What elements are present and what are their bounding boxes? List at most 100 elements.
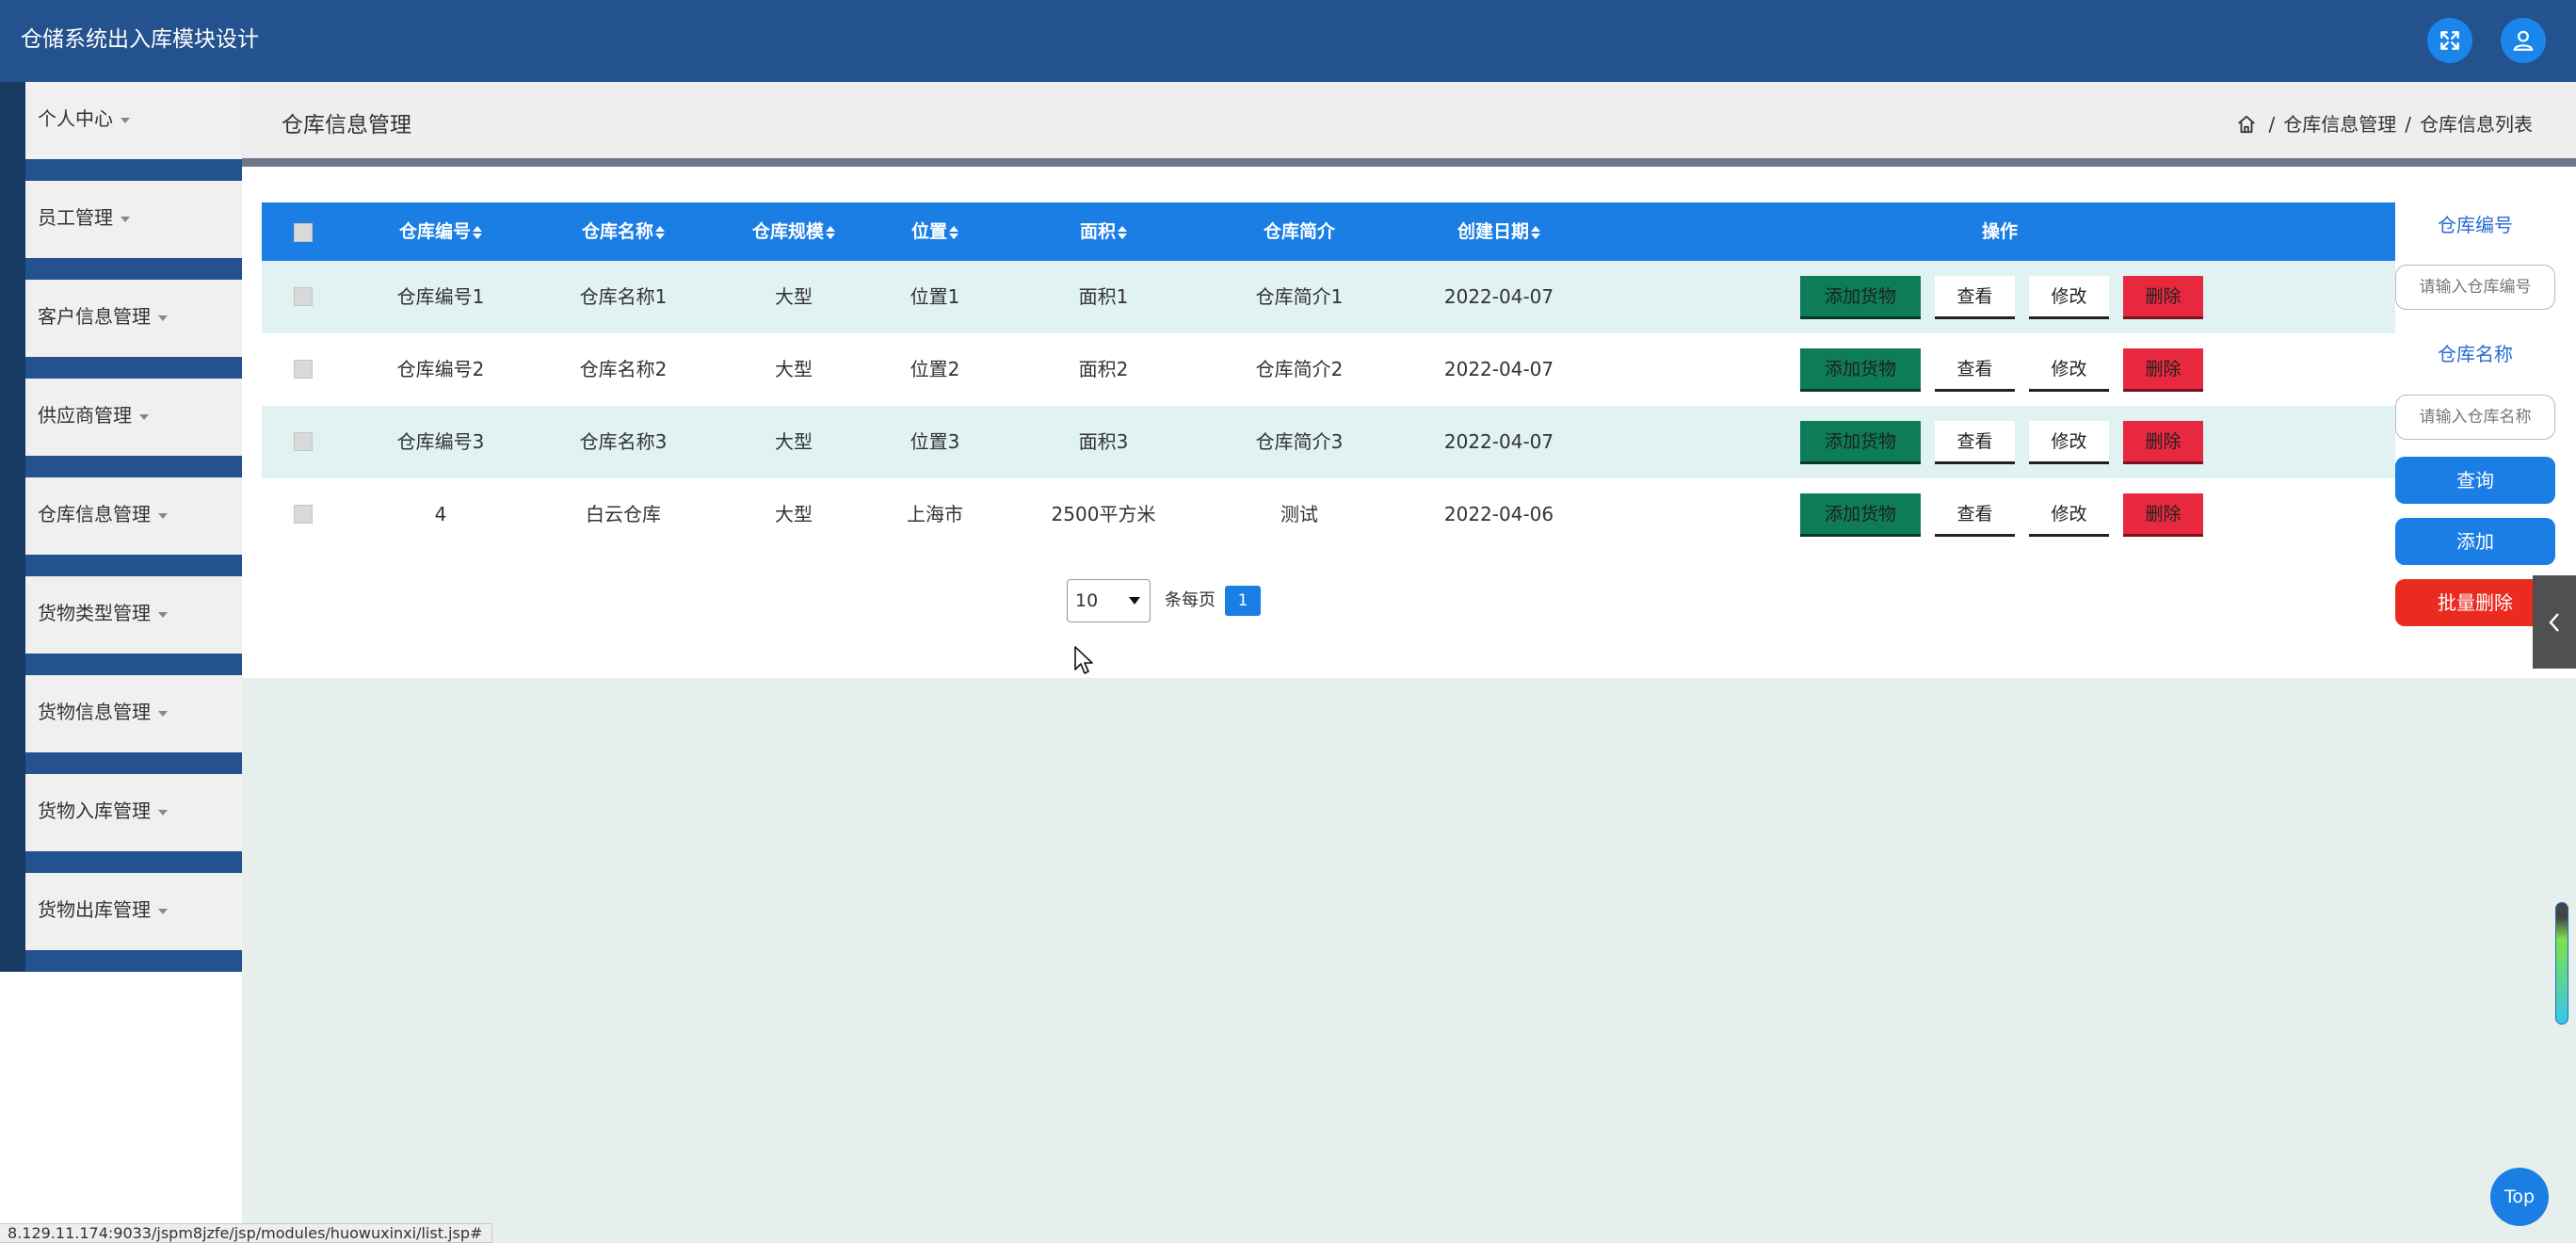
column-header-scale[interactable]: 仓库规模 (751, 202, 836, 261)
sidebar-item-goods-info[interactable]: 货物信息管理 (0, 675, 242, 774)
warehouse-table: 仓库编号 仓库名称 仓库规模 位置 面积 仓库简介 创建日期 操作 仓库编号1 … (262, 202, 2395, 551)
delete-button[interactable]: 删除 (2123, 348, 2203, 392)
sidebar-item-text: 员工管理 (38, 206, 113, 229)
sidebar-item-band (0, 357, 242, 379)
sidebar-item-text: 仓库信息管理 (38, 503, 151, 525)
sidebar-item-suppliers[interactable]: 供应商管理 (0, 379, 242, 477)
search-code-input[interactable] (2395, 265, 2555, 310)
view-button[interactable]: 查看 (1935, 348, 2015, 392)
sort-icon (655, 225, 666, 240)
sidebar-item-band (0, 752, 242, 774)
row-checkbox[interactable] (294, 505, 313, 524)
fullscreen-button[interactable] (2427, 18, 2472, 63)
breadcrumb-item-warehouse-management[interactable]: 仓库信息管理 (2283, 111, 2396, 137)
column-header-text: 仓库规模 (751, 221, 825, 242)
sidebar-item-band (0, 258, 242, 280)
page-size-select[interactable]: 10 (1067, 579, 1151, 622)
add-goods-button[interactable]: 添加货物 (1800, 421, 1921, 464)
sidebar-item-goods-outbound[interactable]: 货物出库管理 (0, 873, 242, 972)
cell-code: 仓库编号1 (396, 285, 485, 308)
delete-button[interactable]: 删除 (2123, 276, 2203, 319)
sort-icon (826, 225, 836, 240)
caret-down-icon (158, 315, 168, 321)
sidebar-item-text: 货物出库管理 (38, 898, 151, 921)
cell-code: 仓库编号3 (396, 430, 485, 453)
sidebar-item-label: 供应商管理 (38, 402, 149, 428)
delete-button[interactable]: 删除 (2123, 493, 2203, 537)
sidebar-item-text: 货物入库管理 (38, 799, 151, 822)
back-to-top-button[interactable]: Top (2490, 1168, 2549, 1226)
home-icon[interactable] (2236, 114, 2257, 135)
column-header-name[interactable]: 仓库名称 (582, 202, 666, 261)
sidebar-item-employees[interactable]: 员工管理 (0, 181, 242, 280)
view-button[interactable]: 查看 (1935, 421, 2015, 464)
column-header-text: 仓库简介 (1263, 221, 1336, 242)
edit-button[interactable]: 修改 (2029, 276, 2109, 319)
add-goods-button[interactable]: 添加货物 (1800, 348, 1921, 392)
row-checkbox[interactable] (294, 432, 313, 451)
scroll-indicator[interactable] (2555, 902, 2568, 1025)
sidebar-item-goods-types[interactable]: 货物类型管理 (0, 576, 242, 675)
query-button[interactable]: 查询 (2395, 457, 2555, 504)
cell-intro: 仓库简介2 (1255, 358, 1344, 380)
batch-delete-button[interactable]: 批量删除 (2395, 579, 2555, 626)
column-header-location[interactable]: 位置 (911, 202, 959, 261)
column-header-text: 创建日期 (1457, 221, 1530, 242)
add-goods-button[interactable]: 添加货物 (1800, 493, 1921, 537)
delete-button[interactable]: 删除 (2123, 421, 2203, 464)
sidebar-item-warehouses[interactable]: 仓库信息管理 (0, 477, 242, 576)
header-divider (242, 158, 2576, 167)
sidebar-item-label: 个人中心 (38, 105, 130, 132)
sidebar-item-band (0, 851, 242, 873)
chevron-left-icon (2549, 612, 2559, 632)
cell-code: 4 (434, 503, 447, 525)
sidebar-item-label: 货物入库管理 (38, 798, 168, 824)
column-header-text: 操作 (1981, 221, 2019, 242)
search-name-input[interactable] (2395, 395, 2555, 440)
cell-date: 2022-04-07 (1443, 430, 1554, 453)
cell-area: 面积3 (1078, 430, 1129, 453)
row-checkbox[interactable] (294, 287, 313, 306)
sidebar-item-band (0, 950, 242, 972)
breadcrumb-separator: / (2405, 113, 2411, 136)
sidebar-item-personal-center[interactable]: 个人中心 (0, 82, 242, 181)
expand-icon (2440, 31, 2459, 50)
sidebar-item-goods-inbound[interactable]: 货物入库管理 (0, 774, 242, 873)
user-button[interactable] (2501, 18, 2546, 63)
edit-button[interactable]: 修改 (2029, 493, 2109, 537)
user-icon (2513, 30, 2534, 51)
column-header-code[interactable]: 仓库编号 (399, 202, 483, 261)
sidebar-item-band (0, 159, 242, 181)
mouse-cursor-icon (1074, 646, 1093, 674)
cell-area: 2500平方米 (1051, 503, 1156, 525)
select-all-checkbox[interactable] (294, 223, 313, 242)
column-header-actions: 操作 (1982, 202, 2018, 261)
sort-icon (1531, 225, 1541, 240)
add-goods-button[interactable]: 添加货物 (1800, 276, 1921, 319)
edit-button[interactable]: 修改 (2029, 348, 2109, 392)
cell-name: 仓库名称2 (579, 358, 668, 380)
cell-area: 面积2 (1078, 358, 1129, 380)
cell-intro: 仓库简介3 (1255, 430, 1344, 453)
collapse-panel-tab[interactable] (2533, 575, 2576, 669)
cell-date: 2022-04-07 (1443, 285, 1554, 308)
sidebar-item-label: 客户信息管理 (38, 303, 168, 330)
sidebar: 个人中心 员工管理 客户信息管理 供应商管理 仓库信息管理 货物类型管理 货物信… (0, 82, 242, 1243)
column-header-date[interactable]: 创建日期 (1457, 202, 1541, 261)
sidebar-item-label: 货物出库管理 (38, 896, 168, 923)
caret-down-icon (121, 216, 130, 222)
cell-location: 位置2 (910, 358, 960, 380)
sidebar-item-customers[interactable]: 客户信息管理 (0, 280, 242, 379)
page-number-button[interactable]: 1 (1225, 586, 1261, 616)
view-button[interactable]: 查看 (1935, 493, 2015, 537)
caret-down-icon (158, 908, 168, 914)
edit-button[interactable]: 修改 (2029, 421, 2109, 464)
sidebar-item-label: 仓库信息管理 (38, 501, 168, 527)
column-header-intro: 仓库简介 (1264, 202, 1335, 261)
cell-area: 面积1 (1078, 285, 1129, 308)
add-button[interactable]: 添加 (2395, 518, 2555, 565)
app-title: 仓储系统出入库模块设计 (21, 27, 259, 52)
row-checkbox[interactable] (294, 360, 313, 379)
column-header-area[interactable]: 面积 (1080, 202, 1128, 261)
view-button[interactable]: 查看 (1935, 276, 2015, 319)
